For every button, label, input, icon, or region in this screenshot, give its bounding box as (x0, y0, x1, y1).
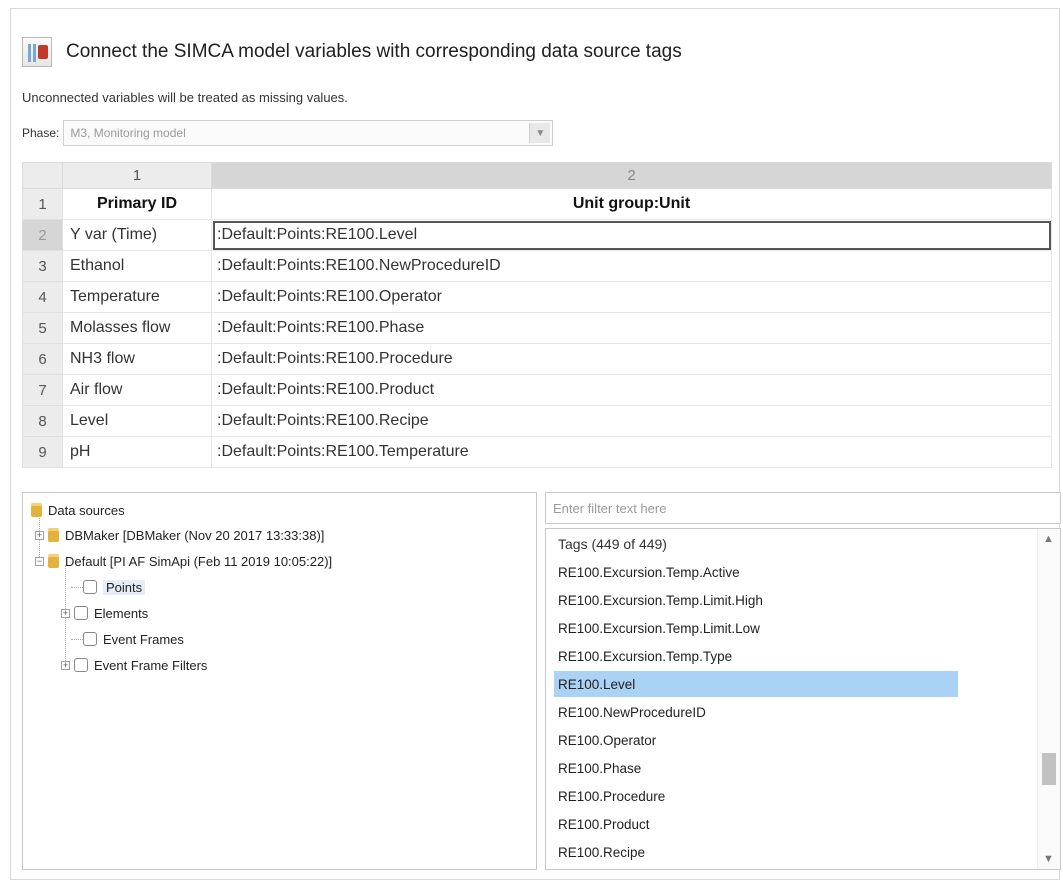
tag-cell[interactable]: :Default:Points:RE100.Product (211, 374, 1052, 406)
row-number[interactable]: 8 (22, 405, 63, 437)
subtitle: Unconnected variables will be treated as… (22, 90, 348, 105)
row-number[interactable]: 3 (22, 250, 63, 282)
tree-node-default[interactable]: − Default [PI AF SimApi (Feb 11 2019 10:… (35, 550, 332, 572)
folder-icon (83, 580, 97, 594)
tag-cell[interactable]: :Default:Points:RE100.Procedure (211, 343, 1052, 375)
variable-cell[interactable]: Air flow (62, 374, 212, 406)
scrollbar-thumb[interactable] (1042, 753, 1056, 785)
variable-mapping-grid: 1 2 1 Primary ID Unit group:Unit 2 Y var… (22, 162, 1052, 468)
scrollbar[interactable]: ▲ ▼ (1037, 529, 1060, 869)
tag-cell[interactable]: :Default:Points:RE100.Temperature (211, 436, 1052, 468)
table-row: 4 Temperature :Default:Points:RE100.Oper… (22, 281, 1052, 313)
expand-icon[interactable]: + (35, 530, 44, 540)
page-title: Connect the SIMCA model variables with c… (66, 41, 682, 62)
row-number[interactable]: 6 (22, 343, 63, 375)
tag-cell[interactable]: :Default:Points:RE100.Phase (211, 312, 1052, 344)
collapse-icon[interactable]: − (35, 556, 44, 566)
primary-id-header: Primary ID (62, 188, 212, 220)
row-number[interactable]: 9 (22, 436, 63, 468)
phase-label: Phase: (22, 126, 60, 140)
table-row: 2 Y var (Time) :Default:Points:RE100.Lev… (22, 219, 1052, 251)
column-header-row: 1 2 (22, 162, 1052, 189)
expand-icon[interactable]: + (61, 660, 70, 670)
tree-node-dbmaker[interactable]: + DBMaker [DBMaker (Nov 20 2017 13:33:38… (35, 524, 324, 546)
list-item[interactable]: RE100.NewProcedureID (554, 699, 958, 725)
variable-cell[interactable]: Temperature (62, 281, 212, 313)
database-icon (48, 554, 59, 568)
variable-cell[interactable]: Level (62, 405, 212, 437)
list-item[interactable]: RE100.Excursion.Temp.Limit.Low (554, 615, 958, 641)
database-icon (48, 528, 59, 542)
tree-node-label: Points (103, 579, 146, 595)
table-row: 8 Level :Default:Points:RE100.Recipe (22, 405, 1052, 437)
phase-value: M3, Monitoring model (70, 126, 186, 140)
list-item[interactable]: RE100.Excursion.Temp.Limit.High (554, 587, 958, 613)
tag-cell[interactable]: :Default:Points:RE100.Operator (211, 281, 1052, 313)
tags-list[interactable]: Tags (449 of 449) RE100.Excursion.Temp.A… (545, 528, 1061, 870)
list-item[interactable]: RE100.Recipe (554, 839, 958, 865)
folder-icon (83, 632, 97, 646)
variable-cell[interactable]: Ethanol (62, 250, 212, 282)
variable-cell[interactable]: Molasses flow (62, 312, 212, 344)
table-row: 7 Air flow :Default:Points:RE100.Product (22, 374, 1052, 406)
unit-header: Unit group:Unit (211, 188, 1052, 220)
expand-icon[interactable]: + (61, 608, 70, 618)
table-row: 6 NH3 flow :Default:Points:RE100.Procedu… (22, 343, 1052, 375)
tag-cell[interactable]: :Default:Points:RE100.Recipe (211, 405, 1052, 437)
tree-node-label: DBMaker [DBMaker (Nov 20 2017 13:33:38)] (65, 527, 325, 543)
list-item[interactable]: RE100.Product (554, 811, 958, 837)
filter-input[interactable] (545, 492, 1061, 524)
list-item[interactable]: RE100.Operator (554, 727, 958, 753)
variable-cell[interactable]: NH3 flow (62, 343, 212, 375)
list-item[interactable]: RE100.Excursion.Temp.Active (554, 559, 958, 585)
grid-header-row: 1 Primary ID Unit group:Unit (22, 188, 1052, 220)
tree-node-label: Event Frame Filters (94, 657, 208, 673)
folder-icon (74, 606, 88, 620)
phase-select[interactable]: M3, Monitoring model ▼ (63, 120, 554, 146)
row-number[interactable]: 4 (22, 281, 63, 313)
tree-node-label: Event Frames (103, 631, 184, 647)
tag-cell[interactable]: :Default:Points:RE100.Level (211, 219, 1052, 251)
list-item[interactable]: RE100.Excursion.Temp.Type (554, 643, 958, 669)
variable-cell[interactable]: pH (62, 436, 212, 468)
tree-node-elements[interactable]: + Elements (61, 602, 148, 624)
row-number[interactable]: 1 (22, 188, 63, 220)
chevron-down-icon[interactable]: ▼ (1043, 853, 1054, 865)
tree-node-label: Elements (94, 605, 149, 621)
table-row: 5 Molasses flow :Default:Points:RE100.Ph… (22, 312, 1052, 344)
tree-node-event-frame-filters[interactable]: + Event Frame Filters (61, 654, 207, 676)
phase-row: Phase: M3, Monitoring model ▼ (22, 118, 554, 148)
data-sources-tree: Data sources + DBMaker [DBMaker (Nov 20 … (22, 492, 537, 870)
header: Connect the SIMCA model variables with c… (22, 34, 682, 70)
simca-connect-icon (22, 37, 52, 67)
table-row: 9 pH :Default:Points:RE100.Temperature (22, 436, 1052, 468)
corner-cell[interactable] (22, 162, 63, 189)
column-header-1[interactable]: 1 (62, 162, 212, 189)
row-number[interactable]: 2 (22, 219, 63, 251)
tree-node-points[interactable]: Points (83, 576, 146, 598)
chevron-up-icon[interactable]: ▲ (1043, 533, 1054, 545)
folder-icon (74, 658, 88, 672)
list-item-selected[interactable]: RE100.Level (554, 671, 958, 697)
tag-cell[interactable]: :Default:Points:RE100.NewProcedureID (211, 250, 1052, 282)
tree-node-label: Default [PI AF SimApi (Feb 11 2019 10:05… (65, 553, 333, 569)
row-number[interactable]: 7 (22, 374, 63, 406)
tree-node-label: Data sources (48, 502, 125, 518)
variable-cell[interactable]: Y var (Time) (62, 219, 212, 251)
table-row: 3 Ethanol :Default:Points:RE100.NewProce… (22, 250, 1052, 282)
column-header-2[interactable]: 2 (211, 162, 1052, 189)
row-number[interactable]: 5 (22, 312, 63, 344)
chevron-down-icon[interactable]: ▼ (529, 123, 551, 143)
tags-pane: Tags (449 of 449) RE100.Excursion.Temp.A… (545, 492, 1061, 870)
database-icon (31, 503, 42, 517)
tree-node-event-frames[interactable]: Event Frames (83, 628, 184, 650)
list-item[interactable]: RE100.Procedure (554, 783, 958, 809)
list-item[interactable]: RE100.Phase (554, 755, 958, 781)
tree-node-root[interactable]: Data sources (31, 499, 125, 521)
tags-header: Tags (449 of 449) (558, 536, 667, 552)
